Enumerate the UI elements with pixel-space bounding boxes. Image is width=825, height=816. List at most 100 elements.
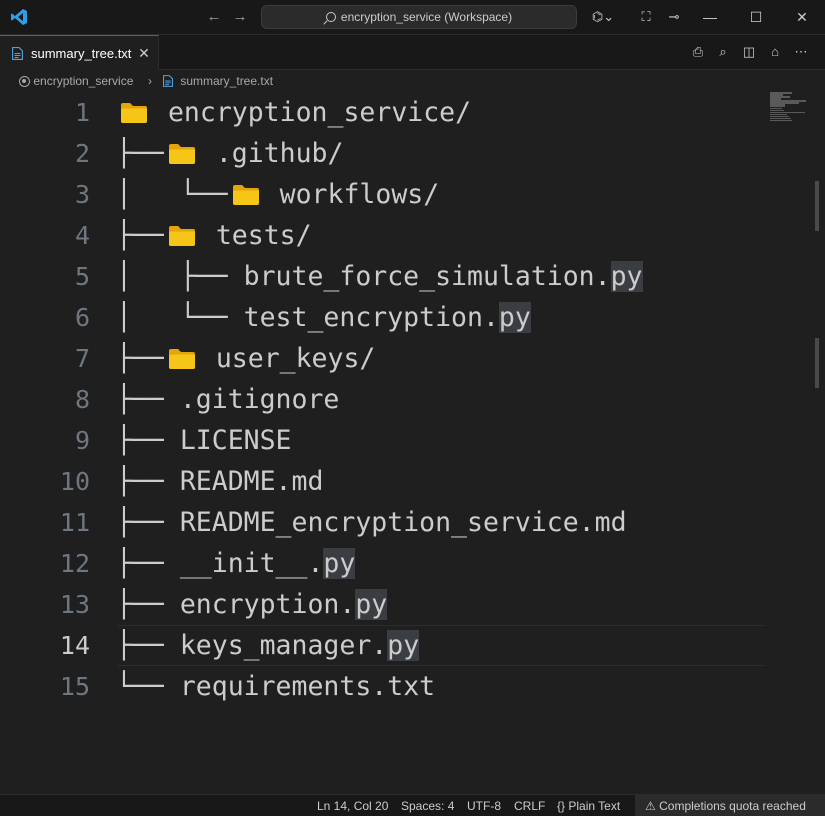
- tree-branch: └──: [116, 671, 180, 702]
- line-text: ├── __init__.py: [116, 543, 356, 584]
- line-number: 14: [59, 631, 90, 660]
- file-name: README.md: [179, 466, 324, 497]
- breadcrumb-separator-icon: ›: [148, 74, 152, 88]
- tree-branch: │ ├──: [116, 261, 244, 292]
- line-text: └── requirements.txt: [116, 666, 435, 707]
- file-name: brute_force_simulation.: [243, 261, 611, 292]
- file-name: test_encryption.: [243, 302, 499, 333]
- code-line[interactable]: 8 ├── .gitignore: [0, 379, 765, 420]
- code-line[interactable]: 6 │ └── test_encryption.py: [0, 297, 765, 338]
- code-line[interactable]: 14 ├── keys_manager.py: [0, 625, 765, 666]
- forward-arrow-icon[interactable]: →: [230, 7, 250, 27]
- line-text: ├── LICENSE: [116, 420, 292, 461]
- highlighted-extension: py: [323, 548, 356, 579]
- folder-name: encryption_service/: [152, 97, 472, 128]
- code-line[interactable]: 1 encryption_service/: [0, 92, 765, 133]
- code-line[interactable]: 13 ├── encryption.py: [0, 584, 765, 625]
- cursor-position[interactable]: Ln 14, Col 20: [317, 799, 388, 813]
- tree-branch: ├──: [116, 548, 180, 579]
- minimap[interactable]: [770, 92, 815, 122]
- line-text: encryption_service/: [116, 92, 471, 133]
- folder-name: tests/: [199, 220, 312, 251]
- close-window-button[interactable]: ✕: [779, 0, 825, 35]
- breadcrumb-label: summary_tree.txt: [180, 74, 274, 88]
- vscode-logo-icon: [11, 9, 27, 25]
- editor[interactable]: 1 encryption_service/2 ├── .github/3 │ └──…: [0, 92, 825, 794]
- line-text: │ └── test_encryption.py: [116, 297, 531, 338]
- code-line[interactable]: 4 ├── tests/: [0, 215, 765, 256]
- line-text: ├── tests/: [116, 215, 312, 256]
- code-line[interactable]: 10 ├── README.md: [0, 461, 765, 502]
- code-line[interactable]: 3 │ └── workflows/: [0, 174, 765, 215]
- code-line[interactable]: 9 ├── LICENSE: [0, 420, 765, 461]
- tree-branch: ├──: [116, 220, 164, 251]
- text-file-icon: [163, 75, 173, 87]
- more-actions-icon[interactable]: ⋯: [792, 43, 810, 61]
- layout-icon[interactable]: ⛶: [636, 7, 656, 27]
- tree-branch: ├──: [116, 384, 180, 415]
- folder-name: workflows/: [263, 179, 440, 210]
- highlighted-extension: py: [498, 302, 531, 333]
- breadcrumb-item-file[interactable]: summary_tree.txt: [163, 74, 273, 88]
- line-text: │ └── workflows/: [116, 174, 439, 215]
- scrollbar-thumb[interactable]: [815, 181, 819, 231]
- line-text: ├── encryption.py: [116, 584, 388, 625]
- tree-branch: ├──: [116, 466, 180, 497]
- line-number: 9: [74, 426, 90, 455]
- file-name: .gitignore: [179, 384, 340, 415]
- folder-icon: [168, 349, 195, 369]
- encoding[interactable]: UTF-8: [467, 799, 501, 813]
- folder-name: user_keys/: [199, 343, 376, 374]
- split-editor-icon[interactable]: ◫: [740, 43, 758, 61]
- folder-name: .github/: [199, 138, 344, 169]
- line-number: 10: [59, 467, 90, 496]
- language-label: Plain Text: [568, 799, 621, 813]
- tree-branch: │ └──: [116, 302, 244, 333]
- lock-icon[interactable]: ⌂: [766, 43, 784, 61]
- title-bar: ← → encryption_service (Workspace) ⌬⌄ ⛶ …: [0, 0, 825, 35]
- copilot-icon[interactable]: ⌬⌄: [588, 7, 618, 27]
- indentation[interactable]: Spaces: 4: [401, 799, 454, 813]
- line-number: 7: [74, 344, 90, 373]
- code-line[interactable]: 5 │ ├── brute_force_simulation.py: [0, 256, 765, 297]
- print-icon[interactable]: ⎙: [689, 43, 707, 61]
- command-center[interactable]: encryption_service (Workspace): [261, 5, 577, 29]
- back-arrow-icon[interactable]: ←: [204, 7, 224, 27]
- code-line[interactable]: 2 ├── .github/: [0, 133, 765, 174]
- breadcrumb: encryption_service › summary_tree.txt: [0, 70, 825, 92]
- minimize-button[interactable]: —: [687, 0, 733, 35]
- highlighted-extension: py: [355, 589, 388, 620]
- code-line[interactable]: 12 ├── __init__.py: [0, 543, 765, 584]
- line-number: 12: [59, 549, 90, 578]
- code-line[interactable]: 7 ├── user_keys/: [0, 338, 765, 379]
- file-name: requirements.txt: [179, 671, 436, 702]
- breadcrumb-item-workspace[interactable]: encryption_service: [19, 74, 133, 88]
- copilot-warning-icon: ⚠: [645, 799, 656, 813]
- code-line[interactable]: 11 ├── README_encryption_service.md: [0, 502, 765, 543]
- line-text: ├── user_keys/: [116, 338, 375, 379]
- folder-icon: [168, 226, 195, 246]
- close-icon[interactable]: ✕: [136, 44, 152, 62]
- tab-label: summary_tree.txt: [31, 46, 132, 61]
- code-line[interactable]: 15 └── requirements.txt: [0, 666, 765, 707]
- line-number: 15: [59, 672, 90, 701]
- line-text: ├── keys_manager.py: [116, 625, 420, 666]
- line-number: 3: [74, 180, 90, 209]
- braces-icon: {}: [557, 799, 566, 813]
- pin-icon[interactable]: ⊸: [664, 7, 684, 27]
- tree-branch: │ └──: [116, 179, 228, 210]
- language-mode[interactable]: {} Plain Text: [557, 799, 620, 813]
- line-ending[interactable]: CRLF: [514, 799, 545, 813]
- maximize-button[interactable]: ☐: [733, 0, 779, 35]
- completions-quota[interactable]: ⚠ Completions quota reached: [645, 799, 806, 813]
- quota-label: Completions quota reached: [659, 799, 806, 813]
- line-number: 2: [74, 139, 90, 168]
- tree-branch: ├──: [116, 589, 180, 620]
- line-number: 4: [74, 221, 90, 250]
- tab-summary-tree[interactable]: summary_tree.txt ✕: [0, 35, 159, 70]
- find-icon[interactable]: ⌕: [714, 43, 732, 61]
- breadcrumb-label: encryption_service: [33, 74, 134, 88]
- highlighted-extension: py: [387, 630, 420, 661]
- highlighted-extension: py: [610, 261, 643, 292]
- file-name: __init__.: [179, 548, 324, 579]
